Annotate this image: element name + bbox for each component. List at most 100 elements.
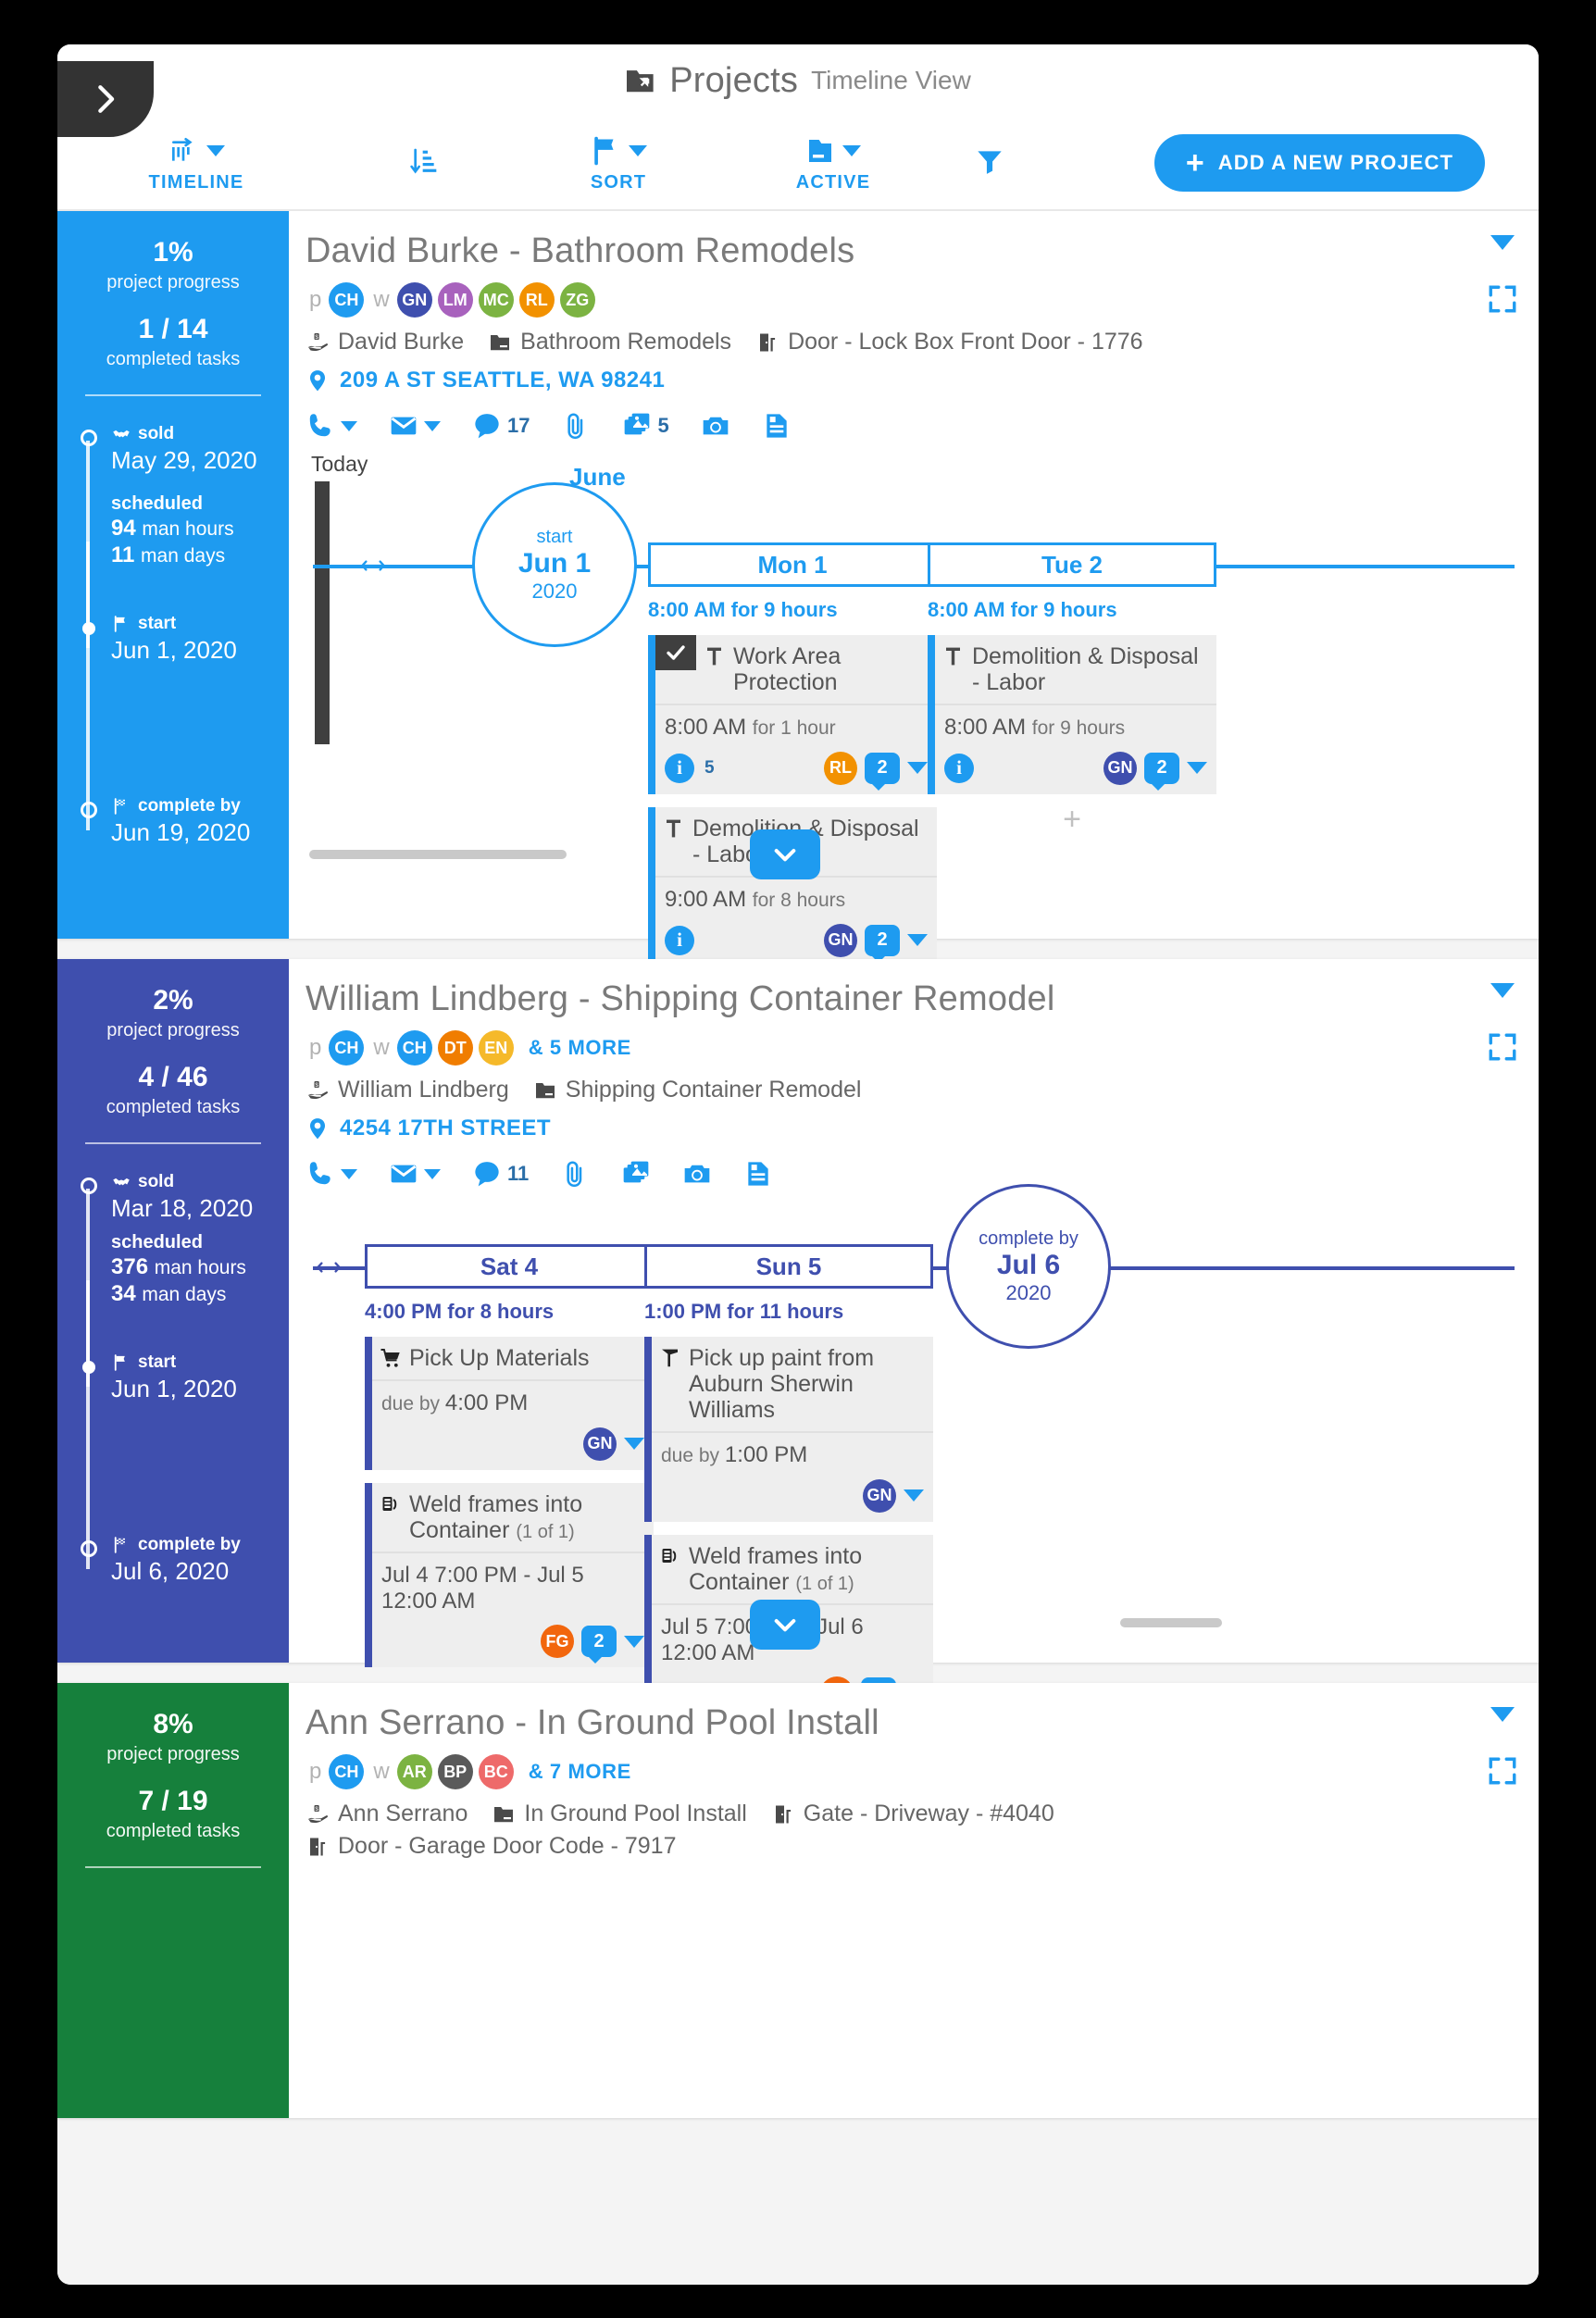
avatar[interactable]: EN (478, 1030, 514, 1066)
task-expand-toggle[interactable] (907, 762, 928, 775)
photos-button[interactable] (621, 1159, 651, 1189)
project-card[interactable]: 8% project progress 7 / 19 completed tasks A… (57, 1683, 1539, 2118)
document-button[interactable] (762, 411, 792, 441)
paperclip-button[interactable] (560, 1159, 590, 1189)
camera-button[interactable] (682, 1159, 712, 1189)
timeline-day-header[interactable]: Sun 5 (644, 1244, 933, 1289)
toolbar-sort-button[interactable]: SORT (563, 133, 674, 193)
avatar[interactable]: GN (396, 282, 432, 318)
toolbar-sort-label: SORT (590, 171, 647, 193)
timeline-day-header[interactable]: Sat 4 (365, 1244, 654, 1289)
project-address[interactable]: 4254 17TH STREET (305, 1115, 1515, 1142)
task-complete-checkbox[interactable] (655, 635, 696, 670)
task-assignee-avatar[interactable]: GN (1103, 751, 1137, 785)
timeline-horizontal-scrollbar[interactable] (309, 850, 567, 859)
task-comment-count[interactable]: 2 (865, 924, 900, 963)
toolbar-active-filter-button[interactable]: ACTIVE (778, 133, 889, 193)
task-expand-toggle[interactable] (624, 1438, 644, 1451)
task-assignee-avatar[interactable]: GN (583, 1427, 617, 1461)
photos-button[interactable]: 5 (622, 411, 669, 441)
task-comment-count[interactable]: 2 (865, 752, 900, 791)
project-fullscreen-button[interactable] (1487, 283, 1518, 315)
task-card[interactable]: Pick up paint from Auburn Sherwin Willia… (644, 1337, 933, 1522)
projects-board[interactable]: 1% project progress 1 / 14 completed tasks … (57, 211, 1539, 2285)
info-icon[interactable]: i (665, 925, 694, 955)
avatar[interactable]: DT (437, 1030, 473, 1066)
avatar[interactable]: CH (396, 1030, 432, 1066)
avatar[interactable]: LM (437, 282, 473, 318)
phone-button[interactable] (305, 411, 357, 441)
avatar[interactable]: CH (329, 282, 365, 318)
task-comment-count[interactable]: 2 (581, 1626, 617, 1664)
project-card[interactable]: 2% project progress 4 / 46 completed tasks … (57, 959, 1539, 1760)
timeline-day-header[interactable]: Tue 2 (928, 542, 1216, 587)
milestone-date: Jun 19, 2020 (111, 817, 251, 846)
avatar[interactable]: CH (329, 1030, 365, 1066)
avatar[interactable]: ZG (559, 282, 595, 318)
toolbar-sort-order-button[interactable] (368, 143, 480, 182)
task-assignee-avatar[interactable]: RL (824, 751, 857, 785)
task-assignee-avatar[interactable]: FG (541, 1625, 574, 1659)
timeline-start-node[interactable]: start Jun 1 2020 (472, 482, 637, 647)
member-role-tag-w: w (373, 1035, 390, 1060)
hammer-icon (663, 817, 685, 840)
task-assignee-avatar[interactable]: GN (863, 1478, 896, 1513)
paperclip-icon (567, 413, 583, 440)
avatar[interactable]: AR (396, 1754, 432, 1789)
email-button[interactable] (389, 411, 441, 441)
projects-folder-icon (627, 70, 654, 93)
task-assignee-avatar[interactable]: GN (824, 923, 857, 957)
task-card[interactable]: Pick Up Materials due by 4:00 PM GN (365, 1337, 654, 1470)
info-icon[interactable]: i (944, 753, 974, 783)
phone-button[interactable] (305, 1159, 357, 1189)
add-task-button[interactable]: + (928, 804, 1216, 835)
task-card[interactable]: Demolition & Disposal - Labor 8:00 AM fo… (928, 635, 1216, 794)
project-collapse-toggle[interactable] (1490, 235, 1515, 250)
timeline-end-node[interactable]: complete by Jul 6 2020 (946, 1184, 1111, 1349)
info-icon[interactable]: i (665, 753, 694, 783)
project-meta-item: Gate - Driveway - #4040 (771, 1801, 1054, 1827)
toolbar-timeline-button[interactable]: TIMELINE (141, 133, 252, 193)
project-fullscreen-button[interactable] (1487, 1755, 1518, 1787)
milestone-caption-text: start (138, 1352, 177, 1372)
hand-money-icon: $ (305, 331, 330, 354)
project-card[interactable]: 1% project progress 1 / 14 completed tasks … (57, 211, 1539, 1007)
email-icon (391, 1165, 417, 1183)
timeline-scroll-down-button[interactable] (750, 1600, 820, 1650)
project-fullscreen-button[interactable] (1487, 1031, 1518, 1063)
avatar[interactable]: RL (518, 282, 555, 318)
toolbar-filter-button[interactable] (957, 143, 1022, 182)
project-members: p CH w AR BP BC & 7 MORE (305, 1754, 1515, 1789)
more-members-link[interactable]: & 7 MORE (529, 1760, 631, 1784)
avatar[interactable]: BP (437, 1754, 473, 1789)
task-card[interactable]: Work Area Protection 8:00 AM for 1 hour … (648, 635, 937, 794)
comment-button[interactable]: 11 (472, 1159, 529, 1189)
camera-button[interactable] (701, 411, 730, 441)
task-expand-toggle[interactable] (1187, 762, 1207, 775)
comment-button[interactable]: 17 (472, 411, 530, 441)
task-comment-count[interactable]: 2 (1144, 752, 1179, 791)
avatar[interactable]: MC (478, 282, 514, 318)
task-time-prefix: due by (381, 1393, 445, 1414)
task-card[interactable]: Weld frames into Container (1 of 1) Jul … (365, 1482, 654, 1668)
more-members-link[interactable]: & 5 MORE (529, 1036, 631, 1060)
avatar[interactable]: BC (478, 1754, 514, 1789)
task-time: Jul 4 7:00 PM - Jul 5 12:00 AM (381, 1562, 584, 1614)
project-collapse-toggle[interactable] (1490, 983, 1515, 998)
milestone-caption: sold (111, 1172, 272, 1192)
timeline-horizontal-scrollbar[interactable] (1120, 1618, 1222, 1627)
project-collapse-toggle[interactable] (1490, 1707, 1515, 1722)
email-button[interactable] (389, 1159, 441, 1189)
paperclip-button[interactable] (561, 411, 591, 441)
timeline-day-header[interactable]: Mon 1 (648, 542, 937, 587)
project-address[interactable]: 209 A ST SEATTLE, WA 98241 (305, 367, 1515, 394)
timeline-scroll-down-button[interactable] (750, 829, 820, 879)
add-new-project-button[interactable]: + ADD A NEW PROJECT (1153, 134, 1485, 192)
task-expand-toggle[interactable] (624, 1635, 644, 1648)
document-button[interactable] (743, 1159, 773, 1189)
task-expand-toggle[interactable] (904, 1489, 924, 1502)
task-expand-toggle[interactable] (907, 934, 928, 947)
chevron-down-icon (424, 420, 441, 431)
project-progress-percent: 1% (153, 237, 193, 268)
avatar[interactable]: CH (329, 1754, 365, 1789)
